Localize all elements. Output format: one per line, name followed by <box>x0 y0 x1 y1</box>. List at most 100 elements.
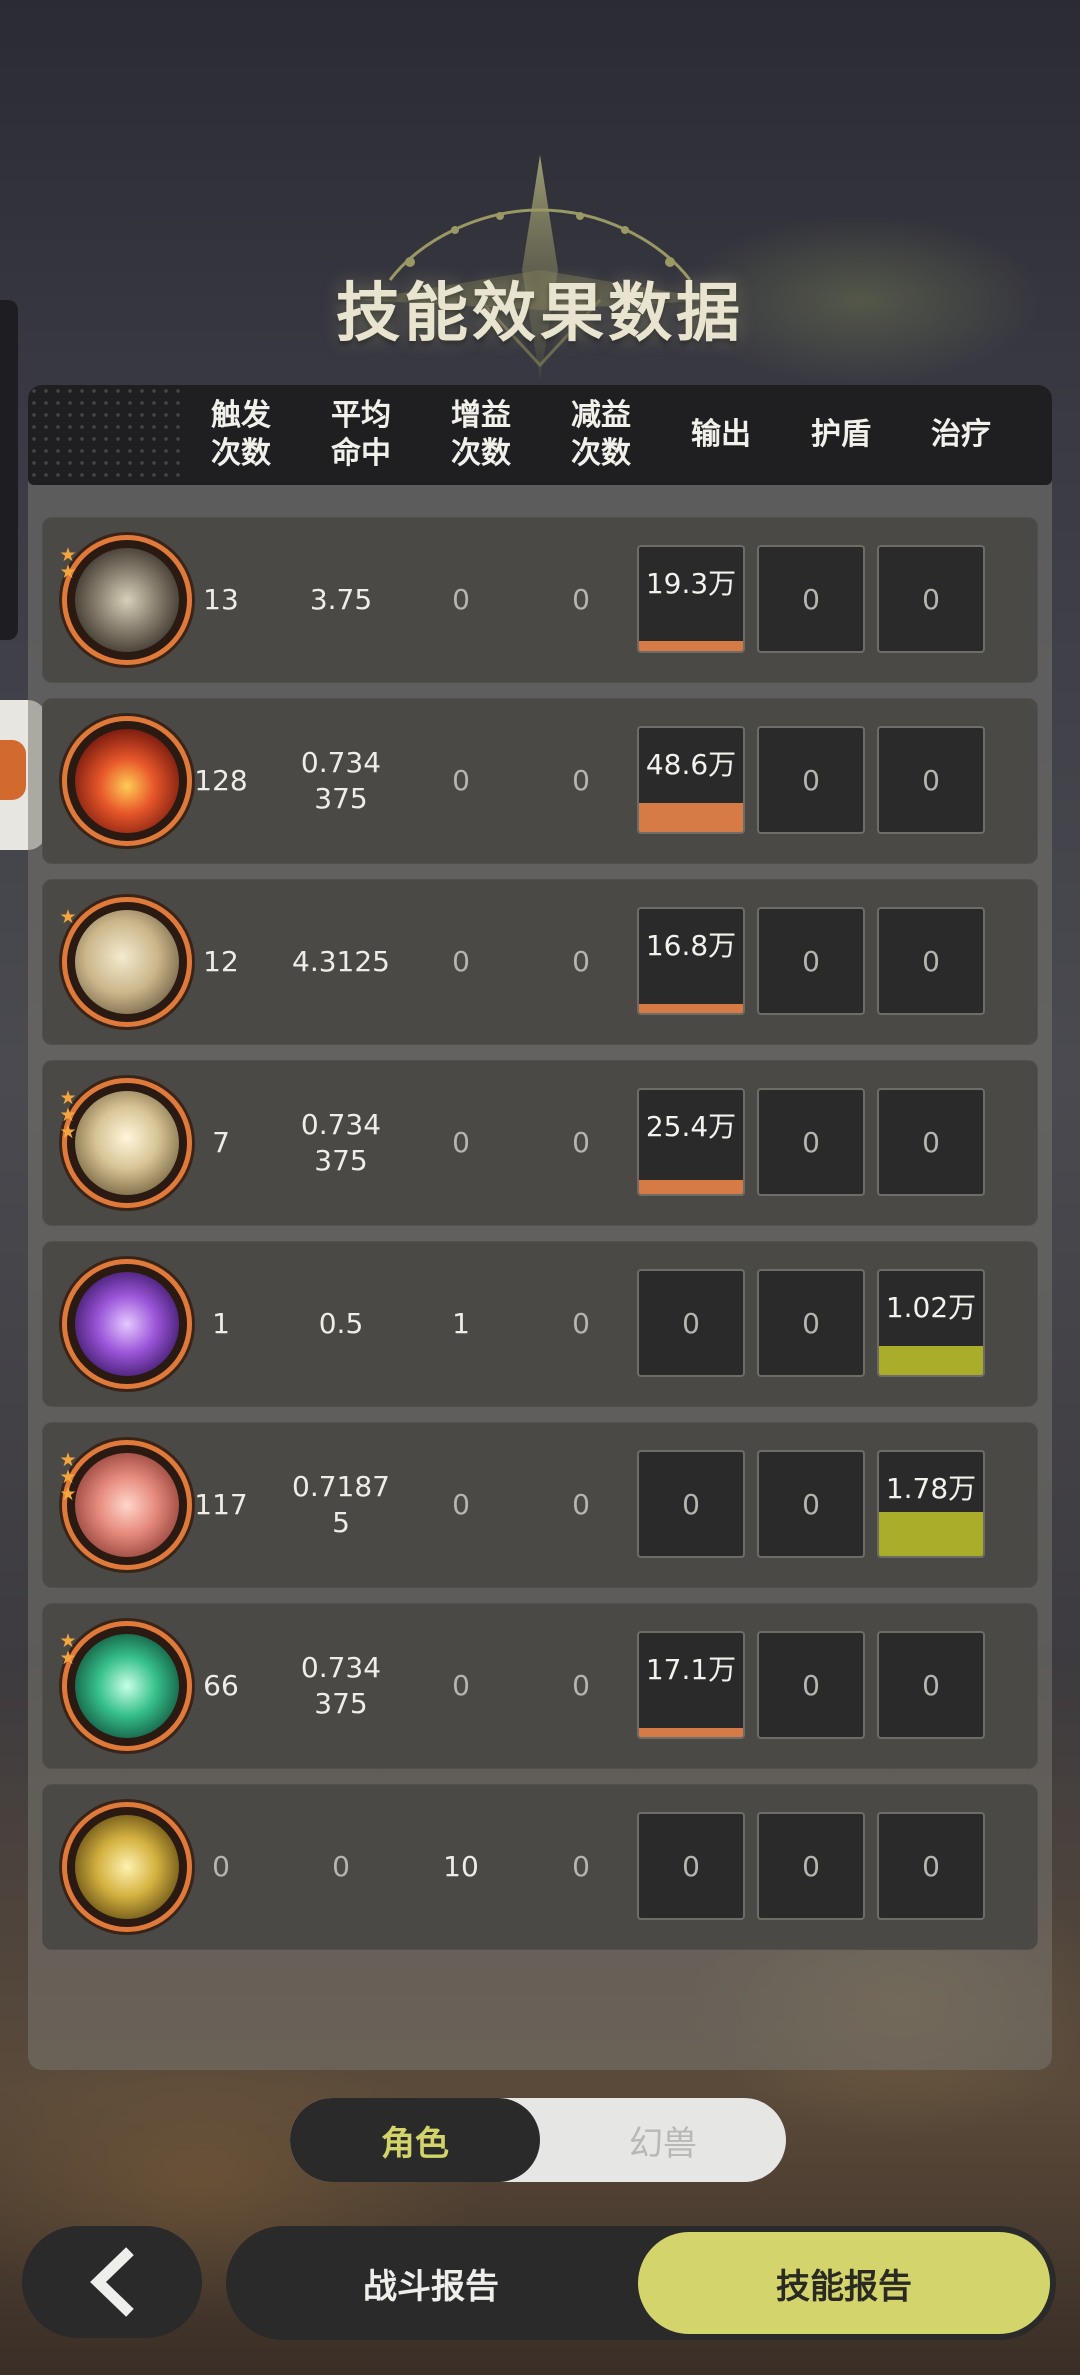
avg-hit-cell: 0.7187 5 <box>292 1470 390 1539</box>
heal-box[interactable]: 0 <box>877 907 985 1015</box>
skill-report-button[interactable]: 技能报告 <box>638 2232 1050 2334</box>
debuff-count-cell: 0 <box>572 1126 590 1159</box>
output-box-fill-bar <box>639 1728 743 1737</box>
shield-box-value: 0 <box>802 1849 820 1883</box>
heal-box[interactable]: 0 <box>877 1088 985 1196</box>
output-box[interactable]: 0 <box>637 1450 745 1558</box>
table-row[interactable]: ★ ★ ★ 117 0.7187 5 0 0 0 0 1.78万 <box>42 1422 1038 1588</box>
heal-box-value: 0 <box>922 1849 940 1883</box>
shield-box-value: 0 <box>802 1125 820 1159</box>
tab-role[interactable]: 角色 <box>290 2098 540 2182</box>
heal-box[interactable]: 1.02万 <box>877 1269 985 1377</box>
shield-box-value: 0 <box>802 1306 820 1340</box>
avg-hit-cell: 0 <box>332 1850 350 1883</box>
trigger-count-cell: 1 <box>212 1307 230 1340</box>
debuff-count-cell: 0 <box>572 1669 590 1702</box>
shield-box-value: 0 <box>802 1487 820 1521</box>
avg-hit-cell: 0.734 375 <box>300 1651 382 1720</box>
back-button[interactable] <box>22 2226 202 2338</box>
shield-box[interactable]: 0 <box>757 1269 865 1377</box>
shield-box[interactable]: 0 <box>757 1631 865 1739</box>
report-tab-bar: 战斗报告 技能报告 <box>226 2226 1056 2340</box>
heal-box[interactable]: 1.78万 <box>877 1450 985 1558</box>
heal-box-value: 0 <box>922 944 940 978</box>
table-row[interactable]: ★ ★ 13 3.75 0 0 19.3万 0 0 <box>42 517 1038 683</box>
output-box[interactable]: 19.3万 <box>637 545 745 653</box>
debuff-count-cell: 0 <box>572 945 590 978</box>
role-beast-toggle[interactable]: 角色 幻兽 <box>290 2098 786 2182</box>
header-avg-hit: 平均 命中 <box>331 398 391 471</box>
buff-count-cell: 0 <box>452 945 470 978</box>
debuff-count-cell: 0 <box>572 764 590 797</box>
star-rank-icon: ★ <box>59 906 77 928</box>
heal-box[interactable]: 0 <box>877 1812 985 1920</box>
shield-box-value: 0 <box>802 763 820 797</box>
shield-box[interactable]: 0 <box>757 726 865 834</box>
output-box[interactable]: 0 <box>637 1269 745 1377</box>
header-decoration <box>28 385 188 485</box>
table-row[interactable]: 0 0 10 0 0 0 0 <box>42 1784 1038 1950</box>
star-rank-icon: ★ ★ <box>59 544 77 583</box>
heal-box-value: 0 <box>922 1125 940 1159</box>
shield-box-value: 0 <box>802 1668 820 1702</box>
shield-box[interactable]: 0 <box>757 1088 865 1196</box>
battle-report-button[interactable]: 战斗报告 <box>226 2226 636 2340</box>
chevron-left-icon <box>90 2247 134 2317</box>
debuff-count-cell: 0 <box>572 1850 590 1883</box>
buff-count-cell: 0 <box>452 1126 470 1159</box>
heal-box-value: 0 <box>922 1668 940 1702</box>
header-output: 输出 <box>691 417 751 452</box>
buff-count-cell: 0 <box>452 583 470 616</box>
table-row[interactable]: 128 0.734 375 0 0 48.6万 0 0 <box>42 698 1038 864</box>
output-box-value: 0 <box>682 1849 700 1883</box>
trigger-count-cell: 7 <box>212 1126 230 1159</box>
output-box-value: 0 <box>682 1306 700 1340</box>
output-box[interactable]: 48.6万 <box>637 726 745 834</box>
table-row[interactable]: ★ ★ 66 0.734 375 0 0 17.1万 0 0 <box>42 1603 1038 1769</box>
debuff-count-cell: 0 <box>572 1307 590 1340</box>
output-box-fill-bar <box>639 1004 743 1013</box>
heal-box[interactable]: 0 <box>877 726 985 834</box>
output-box-fill-bar <box>639 641 743 651</box>
avg-hit-cell: 4.3125 <box>292 945 390 978</box>
star-rank-icon: ★ ★ <box>59 1630 77 1669</box>
star-rank-icon: ★ ★ ★ <box>59 1449 77 1505</box>
page-title: 技能效果数据 <box>336 277 744 351</box>
output-box[interactable]: 17.1万 <box>637 1631 745 1739</box>
shield-box[interactable]: 0 <box>757 545 865 653</box>
output-box[interactable]: 0 <box>637 1812 745 1920</box>
buff-count-cell: 0 <box>452 1669 470 1702</box>
output-box[interactable]: 16.8万 <box>637 907 745 1015</box>
shield-box[interactable]: 0 <box>757 1812 865 1920</box>
heal-box-value: 1.02万 <box>885 1291 977 1324</box>
title-area: 技能效果数据 <box>240 150 840 390</box>
buff-count-cell: 10 <box>443 1850 479 1883</box>
side-panel-edge[interactable] <box>0 300 18 640</box>
tab-beast[interactable]: 幻兽 <box>540 2098 786 2182</box>
output-box-value: 25.4万 <box>645 1110 737 1143</box>
shield-box-value: 0 <box>802 944 820 978</box>
avg-hit-cell: 0.734 375 <box>300 1108 382 1177</box>
shield-box[interactable]: 0 <box>757 907 865 1015</box>
heal-box-value: 1.78万 <box>885 1472 977 1505</box>
trigger-count-cell: 128 <box>194 764 248 797</box>
table-header: 触发 次数 平均 命中 增益 次数 减益 次数 输出 护盾 治疗 <box>28 385 1052 485</box>
header-shield: 护盾 <box>811 417 871 452</box>
trigger-count-cell: 12 <box>203 945 239 978</box>
table-row[interactable]: ★ ★ ★ 7 0.734 375 0 0 25.4万 0 0 <box>42 1060 1038 1226</box>
output-box-value: 16.8万 <box>645 929 737 962</box>
header-trigger-count: 触发 次数 <box>211 398 271 471</box>
buff-count-cell: 0 <box>452 764 470 797</box>
avg-hit-cell: 0.5 <box>318 1307 364 1340</box>
shield-box-value: 0 <box>802 582 820 616</box>
star-rank-icon: ★ ★ ★ <box>59 1087 77 1143</box>
avg-hit-cell: 3.75 <box>309 583 373 616</box>
table-row[interactable]: ★ 12 4.3125 0 0 16.8万 0 0 <box>42 879 1038 1045</box>
buff-count-cell: 0 <box>452 1488 470 1521</box>
heal-box[interactable]: 0 <box>877 1631 985 1739</box>
heal-box-value: 0 <box>922 763 940 797</box>
output-box[interactable]: 25.4万 <box>637 1088 745 1196</box>
table-row[interactable]: 1 0.5 1 0 0 0 1.02万 <box>42 1241 1038 1407</box>
heal-box[interactable]: 0 <box>877 545 985 653</box>
shield-box[interactable]: 0 <box>757 1450 865 1558</box>
